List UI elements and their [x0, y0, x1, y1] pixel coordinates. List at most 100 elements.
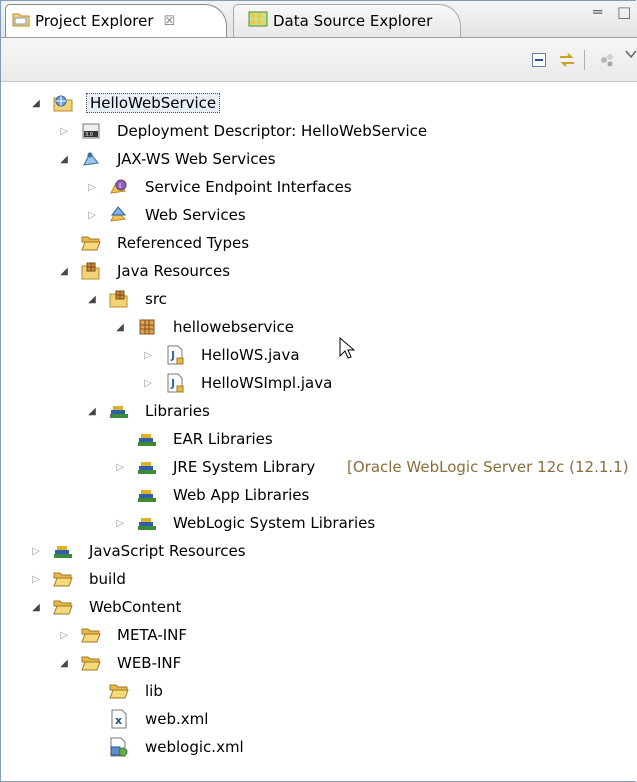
tree-item-libraries[interactable]: ◢ Libraries	[1, 397, 637, 425]
expand-arrow-icon[interactable]: ◢	[85, 292, 99, 306]
link-with-editor-icon[interactable]	[557, 50, 577, 70]
collapse-arrow-icon[interactable]: ▷	[57, 628, 71, 642]
toolbar-separator	[584, 50, 585, 70]
project-explorer-icon	[12, 11, 30, 31]
tree-item-deployment-descriptor[interactable]: ▷ 3.0 Deployment Descriptor: HelloWebSer…	[1, 117, 637, 145]
tree-item-jaxws-web-services[interactable]: ◢ JAX-WS Web Services	[1, 145, 637, 173]
svg-text:J: J	[170, 349, 175, 362]
minimize-icon[interactable]: ═	[593, 3, 602, 21]
tree-item-label: Referenced Types	[117, 234, 250, 252]
tree-item-label: EAR Libraries	[173, 430, 273, 448]
expand-arrow-icon[interactable]: ◢	[57, 152, 71, 166]
folder-icon	[53, 597, 73, 617]
expand-arrow-icon[interactable]: ◢	[113, 320, 127, 334]
tab-label: Data Source Explorer	[273, 12, 433, 30]
package-icon	[137, 317, 157, 337]
library-icon	[53, 541, 73, 561]
data-source-explorer-icon	[248, 10, 268, 32]
collapse-arrow-icon[interactable]: ▷	[113, 460, 127, 474]
tree-item-build[interactable]: ▷ build	[1, 565, 637, 593]
collapse-arrow-icon[interactable]: ▷	[57, 124, 71, 138]
tree-item-label: hellowebservice	[173, 318, 294, 336]
svg-text:3.0: 3.0	[85, 132, 93, 138]
tree-item-label: src	[145, 290, 167, 308]
tree-item-label: JAX-WS Web Services	[117, 150, 276, 168]
library-icon	[109, 401, 129, 421]
tree-item-referenced-types[interactable]: Referenced Types	[1, 229, 637, 257]
source-folder-icon	[109, 289, 129, 309]
tree-item-label: lib	[145, 682, 163, 700]
tree-item-hellowsimpl-java[interactable]: ▷ J HelloWSImpl.java	[1, 369, 637, 397]
tree-item-webcontent[interactable]: ◢ WebContent	[1, 593, 637, 621]
expand-arrow-icon[interactable]: ◢	[29, 96, 43, 110]
project-explorer-view: Project Explorer ☒ Data Source Explorer …	[0, 0, 637, 782]
collapse-arrow-icon[interactable]: ▷	[29, 544, 43, 558]
web-project-icon	[53, 93, 73, 113]
collapse-arrow-icon[interactable]: ▷	[113, 516, 127, 530]
expand-arrow-icon[interactable]: ◢	[85, 404, 99, 418]
maximize-icon[interactable]: □	[617, 3, 631, 21]
jaxws-icon	[81, 149, 101, 169]
library-icon	[137, 513, 157, 533]
svg-text:J: J	[170, 377, 175, 390]
tree-item-decoration: [Oracle WebLogic Server 12c (12.1.1)	[347, 458, 629, 476]
tree-item-jre-system-library[interactable]: ▷ JRE System Library [Oracle WebLogic Se…	[1, 453, 637, 481]
svg-text:x: x	[115, 714, 122, 727]
tree-item-web-app-libraries[interactable]: Web App Libraries	[1, 481, 637, 509]
tree-item-src[interactable]: ◢ src	[1, 285, 637, 313]
tree-item-lib[interactable]: lib	[1, 677, 637, 705]
collapse-arrow-icon[interactable]: ▷	[141, 376, 155, 390]
tree-item-label: HelloWSImpl.java	[201, 374, 333, 392]
tree-item-label: Java Resources	[117, 262, 231, 280]
library-icon	[137, 485, 157, 505]
filter-icon[interactable]	[597, 50, 617, 70]
tree-item-java-resources[interactable]: ◢ Java Resources	[1, 257, 637, 285]
java-resources-icon	[81, 261, 101, 281]
tree-item-hellowebservice-package[interactable]: ◢ hellowebservice	[1, 313, 637, 341]
tree-item-web-xml[interactable]: x web.xml	[1, 705, 637, 733]
folder-icon	[81, 625, 101, 645]
tree-item-label: Web Services	[145, 206, 246, 224]
tree-item-label: Deployment Descriptor: HelloWebService	[117, 122, 428, 140]
tab-project-explorer[interactable]: Project Explorer ☒	[5, 4, 227, 37]
expand-arrow-icon[interactable]: ◢	[57, 656, 71, 670]
folder-icon	[81, 653, 101, 673]
tree-item-weblogic-system-libraries[interactable]: ▷ WebLogic System Libraries	[1, 509, 637, 537]
tree-item-label: weblogic.xml	[145, 738, 244, 756]
tree-item-label: WEB-INF	[117, 654, 182, 672]
library-icon	[137, 457, 157, 477]
collapse-arrow-icon[interactable]: ▷	[85, 208, 99, 222]
library-icon	[137, 429, 157, 449]
tree-item-label: Web App Libraries	[173, 486, 310, 504]
tree-item-label: WebContent	[89, 598, 182, 616]
tree-item-meta-inf[interactable]: ▷ META-INF	[1, 621, 637, 649]
web-services-icon	[109, 205, 129, 225]
tree-item-web-inf[interactable]: ◢ WEB-INF	[1, 649, 637, 677]
tree-item-label: HelloWebService	[86, 93, 221, 113]
tree-item-hellowebservice[interactable]: ◢ HelloWebService	[1, 89, 637, 117]
expand-arrow-icon[interactable]: ◢	[29, 600, 43, 614]
tree-item-hellows-java[interactable]: ▷ J HelloWS.java	[1, 341, 637, 369]
tree-item-web-services[interactable]: ▷ Web Services	[1, 201, 637, 229]
tree-item-service-endpoint-interfaces[interactable]: ▷ I Service Endpoint Interfaces	[1, 173, 637, 201]
java-file-icon: J	[165, 345, 185, 365]
view-menu-icon[interactable]	[621, 44, 637, 64]
collapse-arrow-icon[interactable]: ▷	[29, 572, 43, 586]
collapse-arrow-icon[interactable]: ▷	[85, 180, 99, 194]
tree-item-javascript-resources[interactable]: ▷ JavaScript Resources	[1, 537, 637, 565]
tree-item-weblogic-xml[interactable]: weblogic.xml	[1, 733, 637, 761]
collapse-all-icon[interactable]	[529, 50, 549, 70]
collapse-arrow-icon[interactable]: ▷	[141, 348, 155, 362]
close-icon[interactable]: ☒	[164, 14, 176, 29]
tree-item-ear-libraries[interactable]: EAR Libraries	[1, 425, 637, 453]
view-tab-strip: Project Explorer ☒ Data Source Explorer …	[1, 1, 637, 38]
tree-item-label: build	[89, 570, 126, 588]
tab-data-source-explorer[interactable]: Data Source Explorer	[233, 4, 461, 37]
tree-item-label: Libraries	[145, 402, 210, 420]
java-file-icon: J	[165, 373, 185, 393]
folder-icon	[109, 681, 129, 701]
tree-item-label: JRE System Library	[173, 458, 316, 476]
tab-label: Project Explorer	[35, 12, 154, 30]
expand-arrow-icon[interactable]: ◢	[57, 264, 71, 278]
xml-file-icon: x	[109, 709, 129, 729]
